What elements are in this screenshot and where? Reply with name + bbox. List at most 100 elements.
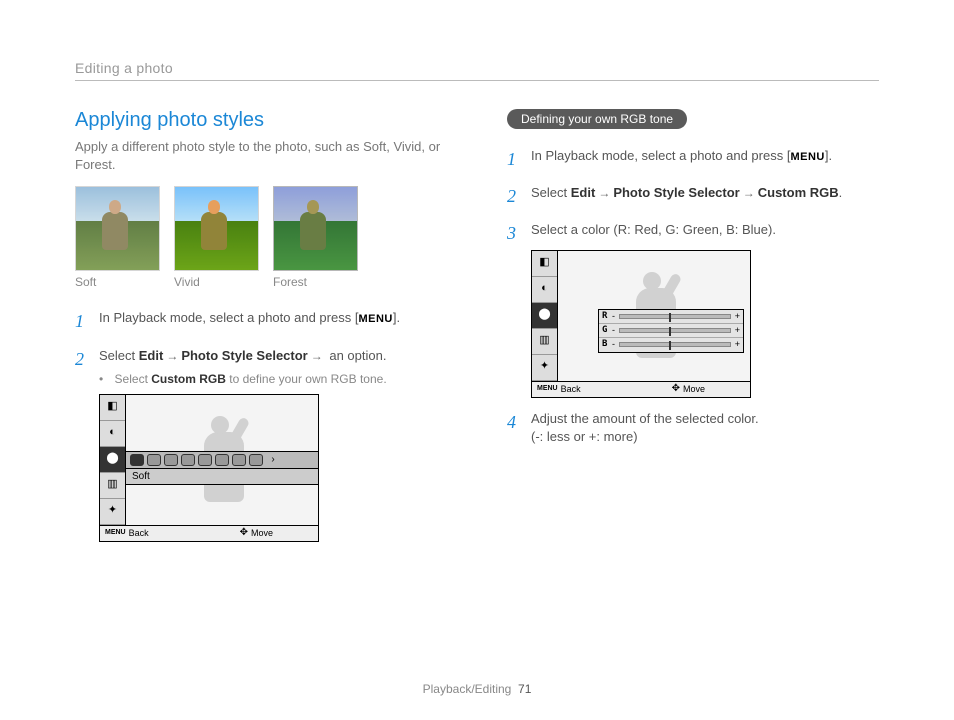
palette-icon: ⬤ [100, 447, 125, 473]
rotate-icon: ◐ [100, 421, 125, 447]
rgb-row-r: R - + [599, 310, 743, 324]
step-text: In Playback mode, select a photo and pre… [531, 148, 790, 163]
step-text: Select [99, 348, 139, 363]
thumb-vivid: Vivid [174, 186, 259, 289]
style-option-icon [198, 454, 212, 466]
step-number: 2 [507, 184, 521, 209]
thumb-label: Vivid [174, 275, 259, 289]
thumb-forest: Forest [273, 186, 358, 289]
thumb-image-forest [273, 186, 358, 271]
chevron-right-icon: › [266, 454, 280, 466]
plus-label: + [735, 324, 740, 337]
step-3: 3 Select a color (R: Red, G: Green, B: B… [507, 221, 879, 397]
breadcrumb: Editing a photo [75, 60, 879, 81]
section-intro: Apply a different photo style to the pho… [75, 138, 447, 174]
sub-text: Select [115, 372, 152, 386]
right-column: Defining your own RGB tone 1 In Playback… [507, 109, 879, 554]
step-text: Select a color (R: Red, G: Green, B: Blu… [531, 222, 776, 237]
step-1: 1 In Playback mode, select a photo and p… [75, 309, 447, 334]
step-number: 3 [507, 221, 521, 397]
screenshot-sidebar: ◧ ◐ ⬤ ▥ ✦ [532, 251, 558, 381]
minus-label: - [612, 338, 615, 351]
arrow-icon: → [740, 186, 758, 200]
sub-bullet: Select Custom RGB to define your own RGB… [99, 371, 387, 388]
custom-rgb-label: Custom RGB [151, 372, 226, 386]
resize-icon: ◧ [532, 251, 557, 277]
rgb-row-g: G - + [599, 324, 743, 338]
style-option-icon [249, 454, 263, 466]
dpad-icon: ✥ [672, 382, 680, 396]
screenshot-sidebar: ◧ ◐ ⬤ ▥ ✦ [100, 395, 126, 525]
style-strip: › [126, 451, 318, 469]
thumb-image-vivid [174, 186, 259, 271]
step-text: an option. [326, 348, 387, 363]
style-option-icon [147, 454, 161, 466]
rgb-label-r: R [602, 310, 612, 323]
style-option-icon [215, 454, 229, 466]
screenshot-footer: MENUBack ✥Move [100, 525, 318, 541]
menu-button-label: MENU [358, 313, 392, 325]
dpad-icon: ✥ [240, 526, 248, 540]
sub-text: to define your own RGB tone. [226, 372, 387, 386]
move-label: Move [683, 383, 705, 396]
plus-label: + [735, 310, 740, 323]
thumb-soft: Soft [75, 186, 160, 289]
rotate-icon: ◐ [532, 277, 557, 303]
camera-screenshot-styles: ◧ ◐ ⬤ ▥ ✦ [99, 394, 319, 542]
step-text: Select [531, 185, 571, 200]
rgb-row-b: B - + [599, 338, 743, 352]
rgb-slider-panel: R - + G - + [598, 309, 744, 353]
step-number: 1 [507, 147, 521, 172]
adjust-icon: ▥ [532, 329, 557, 355]
back-label: Back [561, 383, 581, 396]
menu-path-selector: Photo Style Selector [613, 185, 739, 200]
step-number: 1 [75, 309, 89, 334]
screenshot-footer: MENUBack ✥Move [532, 381, 750, 397]
step-1: 1 In Playback mode, select a photo and p… [507, 147, 879, 172]
step-number: 4 [507, 410, 521, 446]
selected-style-label: Soft [126, 469, 318, 485]
page-footer: Playback/Editing 71 [0, 682, 954, 696]
menu-path-edit: Edit [571, 185, 596, 200]
subsection-pill: Defining your own RGB tone [507, 109, 687, 129]
style-option-icon [232, 454, 246, 466]
footer-section: Playback/Editing [423, 682, 512, 696]
effect-icon: ✦ [532, 355, 557, 381]
style-option-icon [130, 454, 144, 466]
step-text: . [839, 185, 843, 200]
menu-path-custom-rgb: Custom RGB [758, 185, 839, 200]
thumb-label: Soft [75, 275, 160, 289]
camera-screenshot-rgb: ◧ ◐ ⬤ ▥ ✦ [531, 250, 751, 398]
step-4: 4 Adjust the amount of the selected colo… [507, 410, 879, 446]
step-text: (-: less or +: more) [531, 429, 638, 444]
step-text: In Playback mode, select a photo and pre… [99, 310, 358, 325]
arrow-icon: → [163, 349, 181, 363]
menu-path-selector: Photo Style Selector [181, 348, 307, 363]
menu-icon: MENU [105, 528, 126, 538]
step-text: ]. [825, 148, 832, 163]
step-number: 2 [75, 347, 89, 542]
palette-icon: ⬤ [532, 303, 557, 329]
arrow-icon: → [595, 186, 613, 200]
section-title: Applying photo styles [75, 109, 447, 132]
arrow-icon: → [308, 349, 326, 363]
back-label: Back [129, 527, 149, 540]
thumbnail-row: Soft Vivid Forest [75, 186, 447, 289]
step-2: 2 Select Edit→Photo Style Selector→ an o… [75, 347, 447, 542]
menu-button-label: MENU [790, 151, 824, 163]
adjust-icon: ▥ [100, 473, 125, 499]
page-number: 71 [518, 682, 531, 696]
thumb-image-soft [75, 186, 160, 271]
effect-icon: ✦ [100, 499, 125, 525]
step-2: 2 Select Edit→Photo Style Selector→Custo… [507, 184, 879, 209]
step-text: ]. [393, 310, 400, 325]
rgb-label-g: G [602, 324, 612, 337]
minus-label: - [612, 310, 615, 323]
menu-path-edit: Edit [139, 348, 164, 363]
rgb-slider [619, 342, 731, 347]
menu-icon: MENU [537, 384, 558, 394]
rgb-slider [619, 314, 731, 319]
resize-icon: ◧ [100, 395, 125, 421]
step-text: Adjust the amount of the selected color. [531, 411, 759, 426]
rgb-label-b: B [602, 338, 612, 351]
